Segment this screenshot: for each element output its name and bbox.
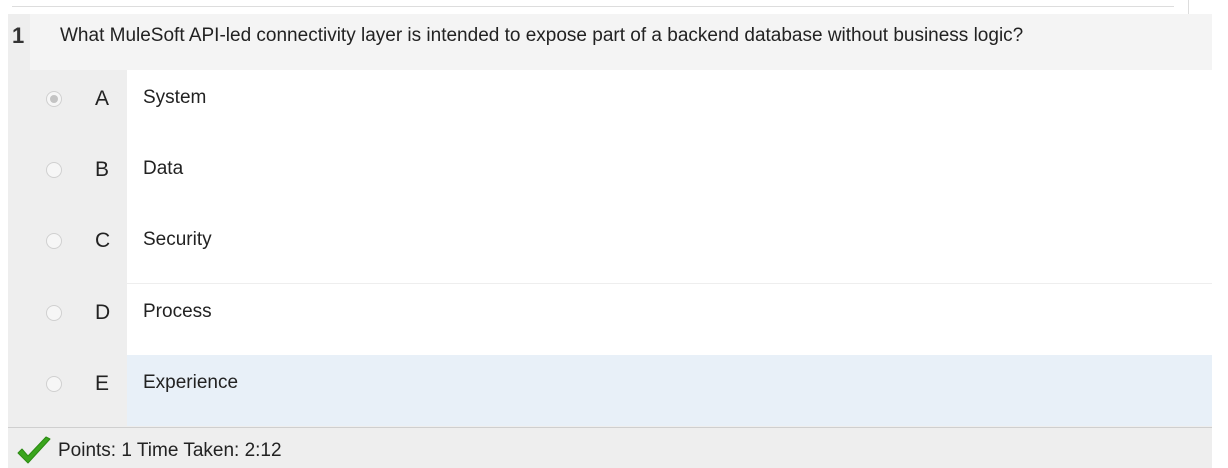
option-text: Process [143, 301, 212, 322]
option-text: Data [143, 158, 184, 179]
question-number: 1 [12, 23, 25, 48]
quiz-page: 1 What MuleSoft API-led connectivity lay… [0, 0, 1228, 468]
radio-button-b[interactable] [46, 162, 62, 178]
option-selector-cell: A [8, 70, 127, 141]
option-letter: B [95, 158, 110, 181]
option-selector-cell: C [8, 212, 127, 283]
check-icon [17, 436, 51, 464]
option-letter: A [95, 87, 110, 110]
option-selector-cell: E [8, 355, 127, 426]
option-letter: D [95, 301, 111, 324]
question-block: 1 What MuleSoft API-led connectivity lay… [8, 14, 1212, 468]
answer-option-b[interactable]: B Data [8, 141, 1212, 212]
radio-button-d[interactable] [46, 305, 62, 321]
radio-button-e[interactable] [46, 376, 62, 392]
radio-button-c[interactable] [46, 233, 62, 249]
points-time-text: Points: 1 Time Taken: 2:12 [58, 440, 282, 461]
question-header: 1 What MuleSoft API-led connectivity lay… [8, 14, 1212, 70]
option-answer-cell[interactable]: Data [127, 141, 1212, 212]
question-text-cell: What MuleSoft API-led connectivity layer… [30, 14, 1212, 70]
option-text: Security [143, 229, 212, 250]
option-selector-cell: D [8, 284, 127, 355]
option-answer-cell[interactable]: Process [127, 284, 1212, 355]
scrollbar[interactable] [1188, 0, 1189, 14]
radio-button-a[interactable] [46, 91, 62, 107]
result-footer: Points: 1 Time Taken: 2:12 [8, 427, 1212, 468]
answer-option-a[interactable]: A System [8, 70, 1212, 141]
answer-option-c[interactable]: C Security [8, 212, 1212, 283]
option-text: Experience [143, 372, 239, 393]
option-answer-cell[interactable]: Security [127, 212, 1212, 283]
option-answer-cell[interactable]: Experience [127, 355, 1212, 426]
option-letter: C [95, 229, 111, 252]
option-selector-cell: B [8, 141, 127, 212]
answer-option-e[interactable]: E Experience [8, 355, 1212, 426]
option-answer-cell[interactable]: System [127, 70, 1212, 141]
option-letter: E [95, 372, 110, 395]
question-text: What MuleSoft API-led connectivity layer… [60, 25, 1024, 46]
answer-option-d[interactable]: D Process [8, 284, 1212, 355]
top-divider [12, 6, 1174, 7]
option-text: System [143, 87, 207, 108]
